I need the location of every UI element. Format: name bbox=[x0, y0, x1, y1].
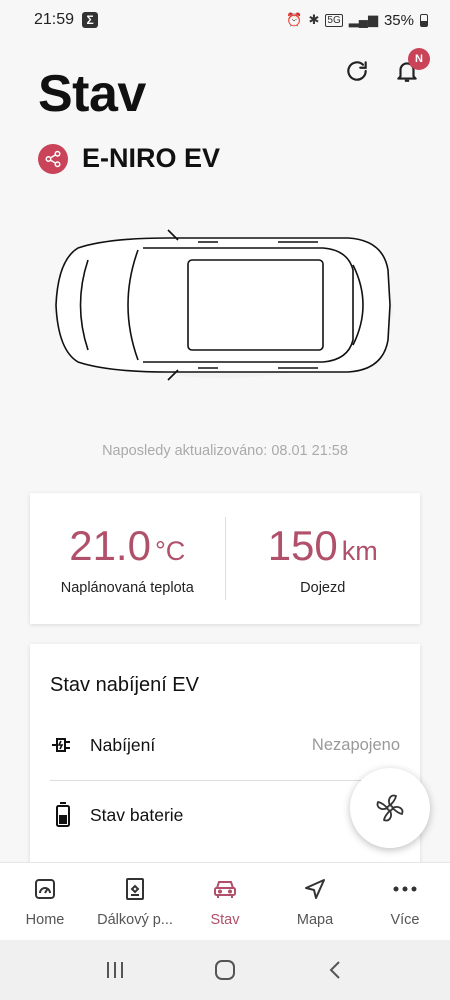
fan-icon bbox=[376, 794, 404, 822]
back-button[interactable] bbox=[315, 950, 355, 990]
remote-control-icon bbox=[122, 876, 148, 902]
climate-range-card: 21.0 °C Naplánovaná teplota 150 km Dojez… bbox=[30, 493, 420, 624]
status-bar: 21:59 Σ ⏰ ✱ 5G ▂▄▆ 35% bbox=[0, 0, 450, 40]
range-value: 150 bbox=[267, 521, 338, 569]
nav-home[interactable]: Home bbox=[0, 863, 90, 940]
last-updated-text: Naposledy aktualizováno: 08.01 21:58 bbox=[102, 443, 348, 459]
plug-icon bbox=[50, 732, 76, 758]
vehicle-row: E-NIRO EV bbox=[38, 143, 220, 174]
app-notification-icon: Σ bbox=[82, 12, 99, 28]
temperature-unit: °C bbox=[154, 535, 186, 566]
alarm-icon: ⏰ bbox=[286, 12, 303, 27]
scheduled-temperature-stat[interactable]: 21.0 °C Naplánovaná teplota bbox=[30, 493, 225, 624]
recent-apps-icon bbox=[107, 962, 123, 978]
temperature-value: 21.0 bbox=[69, 521, 151, 569]
nav-remote-label: Dálkový p... bbox=[97, 911, 173, 928]
status-time: 21:59 bbox=[34, 11, 75, 28]
charging-card-title: Stav nabíjení EV bbox=[50, 674, 199, 696]
range-stat[interactable]: 150 km Dojezd bbox=[226, 493, 421, 624]
vehicle-name: E-NIRO EV bbox=[82, 143, 221, 173]
nav-more-label: Více bbox=[390, 911, 420, 928]
network-icon: 5G bbox=[325, 13, 343, 27]
battery-icon bbox=[50, 802, 76, 828]
system-navigation-bar bbox=[0, 940, 450, 1000]
home-icon bbox=[215, 960, 235, 980]
home-button[interactable] bbox=[205, 950, 245, 990]
row-divider bbox=[50, 780, 400, 781]
car-icon bbox=[212, 876, 238, 902]
nav-status[interactable]: Stav bbox=[180, 863, 270, 940]
charging-value: Nezapojeno bbox=[311, 735, 400, 754]
refresh-icon bbox=[347, 61, 367, 81]
signal-icon: ▂▄▆ bbox=[348, 12, 378, 27]
charging-label: Nabíjení bbox=[90, 734, 156, 755]
share-button[interactable] bbox=[38, 143, 68, 174]
speedometer-icon bbox=[32, 876, 58, 902]
navigation-arrow-icon bbox=[302, 876, 328, 902]
battery-status-row[interactable]: Stav baterie bbox=[50, 802, 400, 828]
charging-row[interactable]: Nabíjení Nezapojeno bbox=[50, 732, 400, 758]
notification-badge: N bbox=[408, 48, 430, 70]
nav-map-label: Mapa bbox=[296, 911, 334, 928]
climate-fan-button[interactable] bbox=[350, 768, 430, 848]
bottom-navigation: Home Dálkový p... Stav Mapa Více bbox=[0, 862, 450, 940]
back-icon bbox=[329, 961, 340, 979]
recent-apps-button[interactable] bbox=[95, 950, 135, 990]
range-label: Dojezd bbox=[300, 579, 346, 596]
range-unit: km bbox=[341, 535, 378, 566]
nav-status-label: Stav bbox=[210, 911, 240, 928]
nav-home-label: Home bbox=[25, 911, 65, 928]
page-title: Stav bbox=[38, 65, 146, 123]
bluetooth-icon: ✱ bbox=[308, 12, 320, 27]
battery-icon bbox=[420, 13, 428, 27]
car-top-view-image bbox=[53, 229, 393, 381]
battery-percent: 35% bbox=[383, 11, 414, 29]
nav-more[interactable]: Více bbox=[360, 863, 450, 940]
share-icon bbox=[45, 150, 61, 167]
nav-remote[interactable]: Dálkový p... bbox=[90, 863, 180, 940]
temperature-label: Naplánovaná teplota bbox=[60, 579, 194, 596]
more-dots-icon bbox=[392, 876, 418, 902]
notifications-button[interactable]: N bbox=[390, 48, 430, 88]
ev-charging-card: Stav nabíjení EV Nabíjení Nezapojeno Sta… bbox=[30, 644, 420, 874]
nav-map[interactable]: Mapa bbox=[270, 863, 360, 940]
refresh-button[interactable] bbox=[340, 54, 374, 88]
